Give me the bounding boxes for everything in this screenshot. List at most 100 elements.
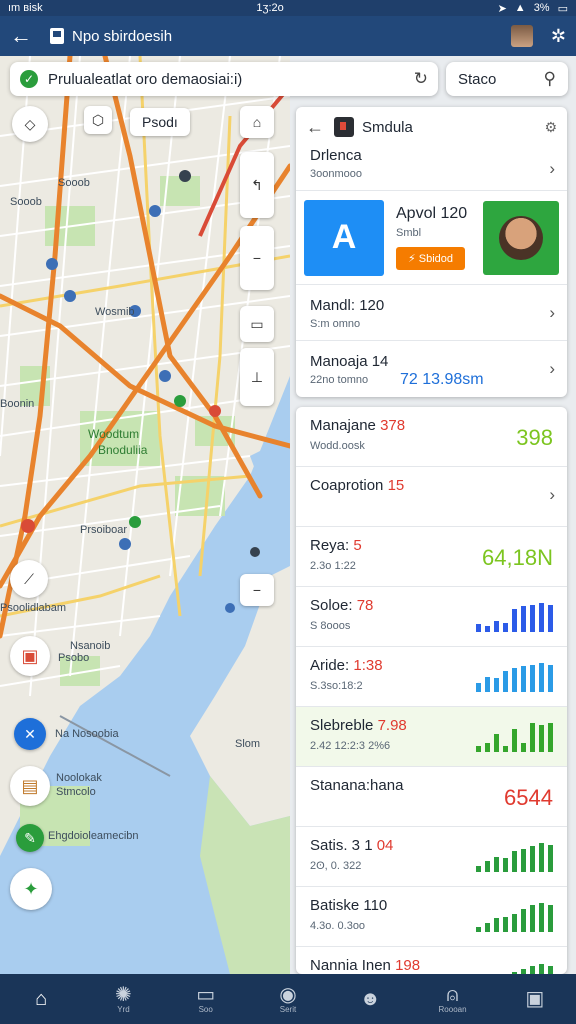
map-pill[interactable]: Psodı	[130, 108, 190, 136]
nav-item-inbox[interactable]: ▣	[511, 989, 559, 1009]
bar	[485, 626, 490, 632]
app-title: Npo sbirdoesih	[72, 27, 173, 45]
minus-icon[interactable]: −	[240, 574, 274, 606]
list-item[interactable]: Drlenca 3oonmooo ›	[296, 147, 567, 191]
status-filter[interactable]: Staco ⚲	[446, 62, 568, 96]
nav-item-people[interactable]: ☻	[346, 989, 394, 1009]
bar	[548, 905, 553, 932]
nav-item-home[interactable]: ⌂	[17, 989, 65, 1009]
row-subtitle: S:m omno	[310, 318, 361, 330]
feature-button[interactable]: ⚡ Sbidod	[396, 247, 466, 270]
bar	[530, 605, 535, 632]
bar	[485, 923, 490, 932]
list-item[interactable]: Mandl: 120 S:m omno ›	[296, 285, 567, 341]
list-item[interactable]: Aride: 1:38 S.3so:18:2	[296, 647, 567, 707]
people-icon: ☻	[359, 988, 381, 1010]
list-item[interactable]: Coaprotion 15 ›	[296, 467, 567, 527]
back-arrow-icon[interactable]: ←	[10, 23, 38, 49]
share-icon[interactable]: ⌂	[240, 106, 274, 138]
settings-gear-icon[interactable]: ✲	[551, 26, 566, 47]
route-icon[interactable]: ↰	[240, 152, 274, 218]
bar	[494, 734, 499, 752]
briefcase-icon[interactable]: ▤	[10, 766, 50, 806]
feature-info: Apvol 120 Smbl ⚡ Sbidod	[384, 205, 483, 270]
inbox-icon: ▣	[525, 988, 545, 1010]
bottom-navigation: ⌂ ✺ Yrd ▭ Soo ◉ Serit ☻ ⍝ Roooan ▣	[0, 974, 576, 1024]
leaf-icon[interactable]: ✎	[16, 824, 44, 852]
nav-item-cart[interactable]: ⍝ Roooan	[429, 985, 477, 1014]
battery-percent: 3%	[533, 2, 550, 14]
map-label: Prsoiboar	[80, 524, 128, 536]
bar	[503, 917, 508, 932]
user-icon[interactable]: ⚲	[544, 69, 556, 89]
layers-icon[interactable]: ⬡	[84, 106, 112, 134]
list-item[interactable]: Satis. 3 1 04 2ʘ, 0. 322	[296, 827, 567, 887]
panel-title: Smdula	[362, 118, 413, 136]
bar	[548, 845, 553, 872]
map-label: Psobo	[58, 652, 90, 664]
chevron-right-icon: ›	[549, 158, 555, 178]
edit-icon[interactable]: ⟋	[10, 560, 48, 598]
check-icon: ✓	[20, 70, 38, 88]
nav-item-profile[interactable]: ◉ Serit	[264, 985, 312, 1014]
row-value: 398	[516, 425, 553, 450]
row-number: 78	[356, 597, 374, 614]
refresh-icon[interactable]: ↻	[414, 69, 428, 89]
list-item[interactable]: Stanana:hana 6544	[296, 767, 567, 827]
app-bar: ← Npo sbirdoesih ✲	[0, 16, 576, 56]
row-number: 5	[353, 537, 362, 554]
list-item[interactable]: Reya: 5 2.3o 1:22 64,18N	[296, 527, 567, 587]
compass-icon[interactable]: ◇	[12, 106, 48, 142]
mini-bar-chart	[476, 722, 553, 752]
list-item[interactable]: Soloe: 78 S 8ooos	[296, 587, 567, 647]
bar	[521, 743, 526, 752]
list-item[interactable]: Slebreble 7.98 2.42 12:2:3 2%6	[296, 707, 567, 767]
profile-icon: ◉	[279, 983, 297, 1006]
close-icon[interactable]: ✕	[14, 718, 46, 750]
user-avatar[interactable]	[510, 25, 533, 47]
profile-tile[interactable]	[483, 200, 559, 275]
row-title: Drlenca	[310, 147, 362, 164]
back-arrow-icon[interactable]: ←	[306, 117, 334, 138]
row-value: 64,18N	[482, 545, 553, 570]
status-icons: ➤ ▲ 3% ▭	[498, 2, 568, 15]
map-label: Slom	[235, 738, 261, 750]
map-label: Stmcolo	[56, 786, 96, 798]
vehicle-icon[interactable]: ▣	[10, 636, 50, 676]
list-item[interactable]: Manajane 378 Wodd.oosk 398	[296, 407, 567, 467]
signal-icon: ▲	[514, 2, 526, 14]
row-subtitle: 3oonmooo	[310, 168, 362, 180]
document-icon	[50, 28, 64, 44]
map-label: Psoolidlabam	[0, 602, 67, 614]
map-label: Sooob	[58, 177, 90, 189]
list-item[interactable]: Manoaja 14 22no tomno 72 13.98sm ›	[296, 341, 567, 397]
stats-list: Manajane 378 Wodd.oosk 398 Coaprotion 15 › Re…	[296, 407, 567, 993]
feature-row: A Apvol 120 Smbl ⚡ Sbidod	[296, 191, 567, 285]
app-tile[interactable]: A	[304, 199, 384, 276]
search-bar[interactable]: ✓ Prulualeatlat oro demaosiai:i) ↻	[10, 62, 438, 96]
card-icon[interactable]: ▭	[240, 306, 274, 342]
bar	[512, 668, 517, 692]
bar	[521, 849, 526, 872]
star-icon: ✺	[115, 983, 132, 1006]
search-input[interactable]: Prulualeatlat oro demaosiai:i)	[48, 71, 414, 88]
list-item[interactable]: Batiske 110 4.3o. 0.3oo	[296, 887, 567, 947]
feature-title: Apvol 120	[396, 205, 468, 222]
bar	[512, 851, 517, 872]
puzzle-icon[interactable]: ✦	[10, 868, 52, 910]
ruler-icon[interactable]: ⊥	[240, 348, 274, 406]
zoom-out-icon[interactable]: −	[240, 226, 274, 290]
bar	[476, 683, 481, 692]
nav-item-star[interactable]: ✺ Yrd	[99, 985, 147, 1014]
map-label: Na Nosoobia	[55, 728, 119, 740]
status-label: Staco	[458, 70, 497, 88]
app-icon	[334, 117, 354, 137]
mini-bar-chart	[476, 662, 553, 692]
bar	[530, 723, 535, 752]
row-number: 198	[395, 957, 421, 974]
map-label: Ehgdoioleamecibn	[48, 830, 139, 842]
nav-label: Roooan	[438, 1004, 467, 1014]
settings-icon[interactable]: ⚙	[544, 119, 557, 136]
nav-item-card[interactable]: ▭ Soo	[182, 985, 230, 1014]
bar	[521, 666, 526, 692]
